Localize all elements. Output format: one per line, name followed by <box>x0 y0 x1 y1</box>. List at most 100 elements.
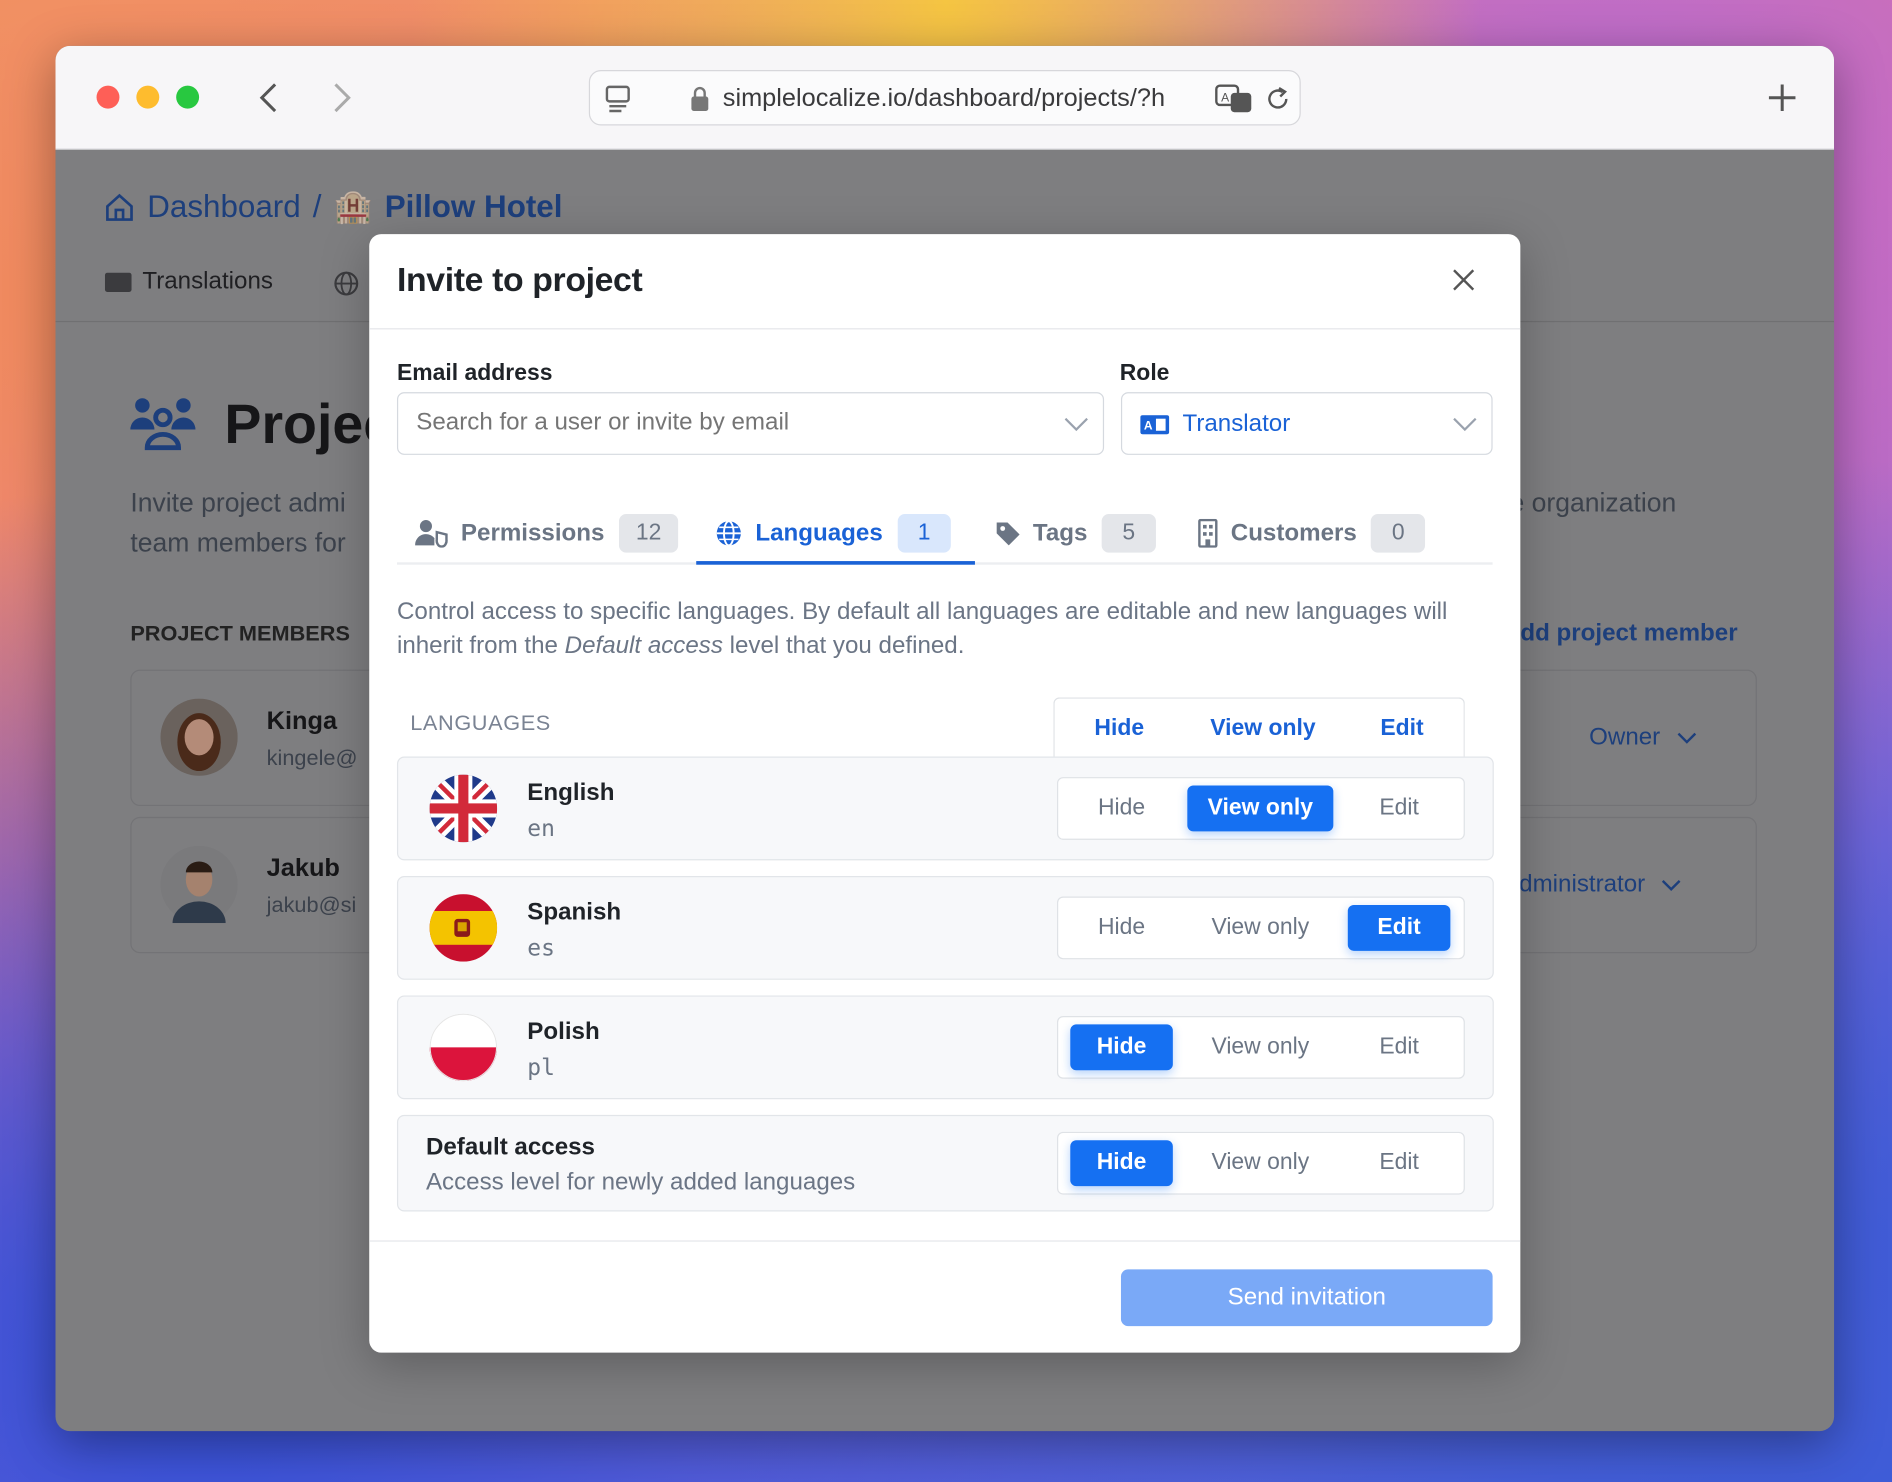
header-divider <box>369 328 1521 330</box>
address-bar[interactable]: simplelocalize.io/dashboard/projects/?h … <box>588 69 1301 126</box>
tab-permissions[interactable]: Permissions 12 <box>415 507 679 560</box>
bulk-hide-button[interactable]: Hide <box>1094 716 1144 743</box>
browser-toolbar: simplelocalize.io/dashboard/projects/?h … <box>55 45 1835 150</box>
send-invitation-button[interactable]: Send invitation <box>1120 1269 1493 1327</box>
home-icon <box>106 193 133 221</box>
language-row-english: English en Hide View only Edit <box>396 756 1494 861</box>
email-field[interactable] <box>396 392 1105 455</box>
poland-flag-icon <box>429 1013 498 1082</box>
new-tab-icon[interactable] <box>1767 82 1798 113</box>
url-text: simplelocalize.io/dashboard/projects/?h <box>722 84 1166 113</box>
svg-text:A: A <box>1221 90 1230 104</box>
language-row-polish: Polish pl Hide View only Edit <box>396 995 1494 1100</box>
tab-customers[interactable]: Customers 0 <box>1197 507 1426 560</box>
chevron-down-icon <box>1677 732 1697 744</box>
tab-label: Tags <box>1032 519 1088 547</box>
access-toggle: Hide View only Edit <box>1057 896 1465 960</box>
member-name: Jakub <box>266 854 340 883</box>
default-access-title: Default access <box>425 1134 595 1161</box>
back-icon[interactable] <box>256 81 283 115</box>
bulk-view-only-button[interactable]: View only <box>1210 716 1315 743</box>
role-select[interactable]: A Translator <box>1120 392 1493 455</box>
tab-label: Permissions <box>460 519 605 547</box>
access-toggle: Hide View only Edit <box>1057 1131 1465 1195</box>
nav-translations-label: Translations <box>142 267 273 295</box>
tab-count-badge: 0 <box>1371 514 1426 553</box>
language-code: es <box>527 935 555 962</box>
add-member-link[interactable]: dd project member <box>1520 620 1737 648</box>
reload-icon[interactable] <box>1263 84 1292 113</box>
description-emphasis: Default access <box>564 632 723 659</box>
avatar <box>160 845 238 924</box>
globe-icon[interactable] <box>333 270 360 297</box>
page-description-line2: team members for <box>130 527 346 558</box>
hide-option[interactable]: Hide <box>1070 786 1173 832</box>
default-access-subtitle: Access level for newly added languages <box>425 1169 856 1196</box>
hide-option[interactable]: Hide <box>1070 1140 1173 1187</box>
tab-languages[interactable]: Languages 1 <box>714 507 952 560</box>
tab-count-badge: 1 <box>897 514 952 553</box>
close-icon[interactable] <box>1452 268 1476 292</box>
minimize-window-button[interactable] <box>136 85 160 109</box>
access-toggle: Hide View only Edit <box>1057 1015 1465 1079</box>
edit-option[interactable]: Edit <box>1347 904 1451 951</box>
language-code: en <box>527 815 555 843</box>
sidebar-icon[interactable] <box>605 84 632 113</box>
edit-option[interactable]: Edit <box>1348 786 1451 832</box>
tab-label: Customers <box>1230 519 1357 547</box>
member-name: Kinga <box>266 707 338 735</box>
member-role-select[interactable]: dministrator <box>1519 871 1682 899</box>
close-window-button[interactable] <box>96 85 120 109</box>
bulk-edit-button[interactable]: Edit <box>1380 716 1423 743</box>
breadcrumb-dashboard[interactable]: Dashboard <box>147 188 300 225</box>
maximize-window-button[interactable] <box>176 85 200 109</box>
breadcrumb-project[interactable]: Pillow Hotel <box>385 188 563 225</box>
language-code: pl <box>527 1054 555 1082</box>
tab-count-badge: 5 <box>1101 514 1156 553</box>
chevron-down-icon <box>1662 879 1682 891</box>
tab-count-badge: 12 <box>618 514 679 553</box>
nav-translations[interactable]: Translations <box>104 268 273 296</box>
member-email: kingele@ <box>266 745 358 770</box>
user-shield-icon <box>415 520 448 548</box>
breadcrumb: Dashboard / 🏨 Pillow Hotel <box>104 188 563 225</box>
translator-icon: A <box>1140 415 1170 435</box>
email-label: Email address <box>396 360 553 387</box>
access-toggle: Hide View only Edit <box>1057 777 1465 840</box>
breadcrumb-separator: / <box>312 188 322 225</box>
building-icon <box>1198 518 1218 548</box>
languages-column-header: LANGUAGES <box>410 710 551 735</box>
tag-icon <box>996 522 1020 546</box>
hide-option[interactable]: Hide <box>1070 905 1173 951</box>
members-heading: PROJECT MEMBERS <box>130 621 350 646</box>
uk-flag-icon <box>429 774 498 843</box>
tab-label: Languages <box>755 519 883 547</box>
edit-option[interactable]: Edit <box>1348 1140 1451 1186</box>
hide-option[interactable]: Hide <box>1070 1024 1173 1071</box>
view-only-option[interactable]: View only <box>1187 1024 1333 1070</box>
users-icon <box>130 398 196 451</box>
page-description-right: e organization <box>1509 487 1677 518</box>
languages-description: Control access to specific languages. By… <box>397 595 1483 663</box>
view-only-option[interactable]: View only <box>1187 785 1334 832</box>
edit-option[interactable]: Edit <box>1348 1024 1451 1070</box>
language-row-spanish: Spanish es Hide View only Edit <box>396 876 1494 980</box>
modal-title: Invite to project <box>396 260 643 299</box>
email-input[interactable] <box>416 409 1044 437</box>
active-tab-indicator <box>696 561 975 565</box>
member-role: dministrator <box>1519 871 1646 898</box>
member-role-select[interactable]: Owner <box>1589 724 1697 752</box>
translate-icon[interactable]: A <box>1215 83 1254 114</box>
member-email: jakub@si <box>266 892 357 918</box>
bulk-access-header: Hide View only Edit <box>1053 697 1465 761</box>
page-description: Invite project admi <box>130 487 346 518</box>
view-only-option[interactable]: View only <box>1187 1140 1333 1186</box>
forward-icon[interactable] <box>328 81 355 115</box>
footer-divider <box>369 1240 1521 1242</box>
tab-tags[interactable]: Tags 5 <box>994 507 1156 560</box>
svg-text:A: A <box>1144 419 1153 433</box>
spain-flag-icon <box>429 894 498 962</box>
role-value: Translator <box>1182 410 1291 437</box>
description-text: level that you defined. <box>722 632 965 659</box>
view-only-option[interactable]: View only <box>1187 905 1333 951</box>
